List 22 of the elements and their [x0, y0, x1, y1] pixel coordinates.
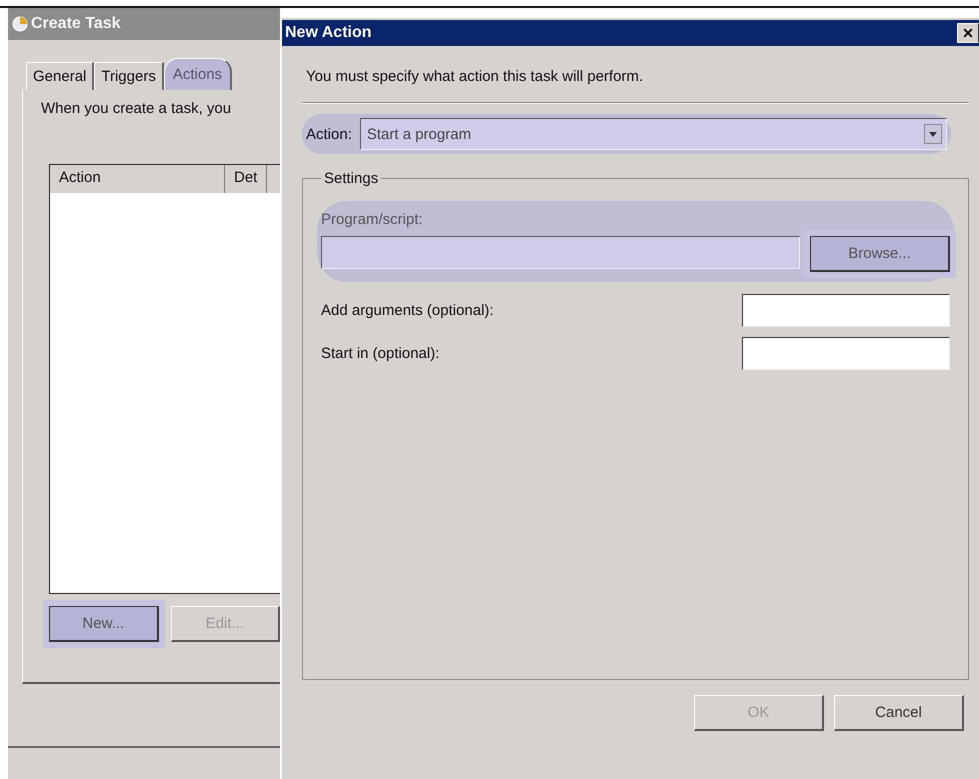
instruction-text: You must specify what action this task will perform.	[306, 68, 644, 85]
program-input-field[interactable]	[321, 236, 800, 269]
close-button[interactable]: ×	[957, 23, 979, 43]
field-label: Add arguments (optional):	[321, 302, 494, 319]
field-label: Program/script:	[321, 211, 424, 228]
action-list[interactable]: Action Det	[49, 164, 280, 594]
tab[interactable]: General	[26, 62, 94, 90]
input-field[interactable]	[742, 294, 950, 327]
action-label: Action:	[306, 126, 352, 142]
dialog-title: New Action	[285, 24, 372, 42]
column-header[interactable]: Det	[225, 165, 268, 193]
clock-icon	[12, 16, 28, 32]
tab[interactable]: Triggers	[94, 62, 164, 90]
group-label: Settings	[323, 170, 380, 187]
input-field[interactable]	[742, 337, 950, 370]
tab[interactable]: Actions	[164, 58, 232, 90]
column-header[interactable]: Action	[50, 165, 225, 193]
dialog-button[interactable]: Cancel	[834, 695, 964, 731]
description-text: When you create a task, you	[41, 100, 232, 117]
field-label: Start in (optional):	[321, 345, 440, 362]
action-dropdown[interactable]: Start a program	[360, 118, 947, 150]
window-title: Create Task	[31, 15, 121, 33]
